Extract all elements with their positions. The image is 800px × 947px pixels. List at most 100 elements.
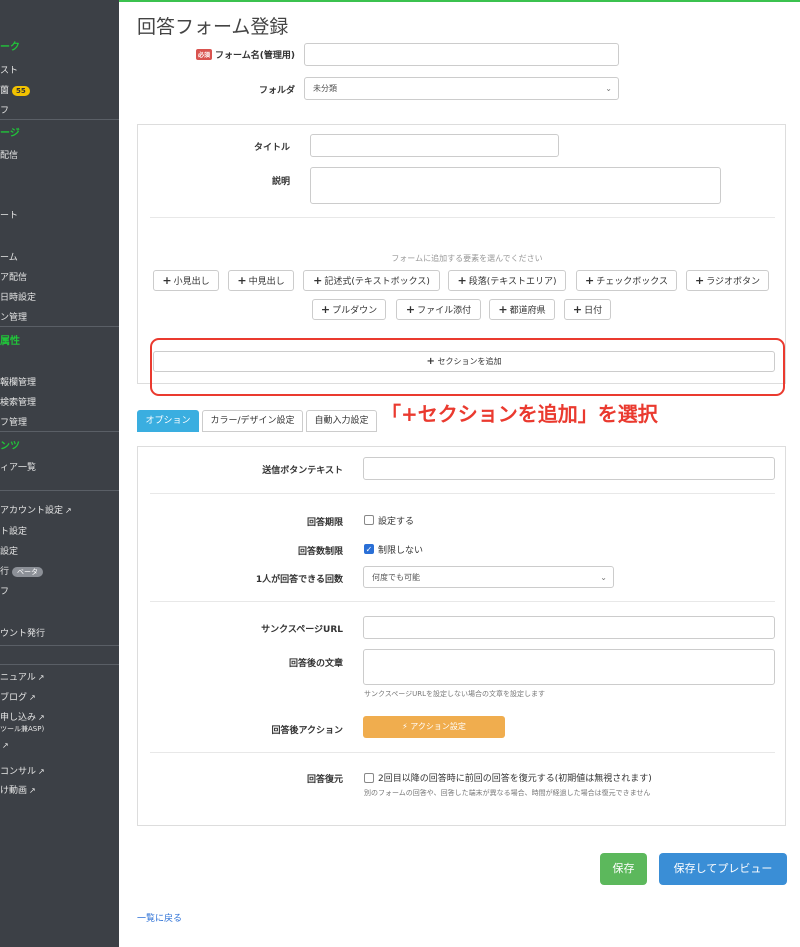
divider bbox=[0, 119, 119, 120]
lightning-icon: ⚡ bbox=[402, 722, 408, 731]
sidebar-item[interactable]: ート bbox=[0, 208, 18, 221]
save-button[interactable]: 保存 bbox=[600, 853, 647, 885]
divider bbox=[0, 490, 119, 491]
save-and-preview-button[interactable]: 保存してプレビュー bbox=[659, 853, 787, 885]
deadline-checkbox[interactable] bbox=[364, 515, 374, 525]
title-input[interactable] bbox=[310, 134, 559, 157]
divider bbox=[150, 752, 775, 753]
external-link-icon: ↗ bbox=[29, 693, 36, 702]
add-file-button[interactable]: + ファイル添付 bbox=[396, 299, 481, 320]
sidebar: ーク スト 薗 55 フ ージ 配信 ート ーム ア配信 日時設定 ン管理 属性 … bbox=[0, 0, 119, 947]
description-textarea[interactable] bbox=[310, 167, 721, 204]
required-badge: 必須 bbox=[196, 49, 213, 60]
divider bbox=[0, 664, 119, 665]
restore-checkbox-label: 2回目以降の回答時に前回の回答を復元する(初期値は無視されます) bbox=[378, 774, 652, 784]
header-accent-line bbox=[119, 0, 800, 2]
elements-hint: フォームに追加する要素を選んでください bbox=[391, 254, 543, 263]
external-link-icon: ↗ bbox=[65, 506, 72, 515]
sidebar-item[interactable]: フ bbox=[0, 103, 9, 116]
count-badge: 55 bbox=[12, 86, 30, 96]
page-title: 回答フォーム登録 bbox=[137, 16, 289, 38]
limit-label: 回答数制限 bbox=[297, 547, 343, 557]
per-person-select[interactable]: 何度でも可能 ⌄ bbox=[363, 566, 614, 588]
per-person-label: 1人が回答できる回数 bbox=[255, 575, 343, 585]
add-pulldown-button[interactable]: + プルダウン bbox=[312, 299, 386, 320]
sidebar-item[interactable]: ト設定 bbox=[0, 524, 27, 537]
add-checkbox-button[interactable]: + チェックボックス bbox=[576, 270, 677, 291]
after-text-label: 回答後の文章 bbox=[288, 659, 343, 669]
sidebar-item[interactable]: ン管理 bbox=[0, 310, 27, 323]
sidebar-item[interactable]: フ bbox=[0, 584, 9, 597]
submit-text-label: 送信ボタンテキスト bbox=[262, 466, 343, 476]
add-date-button[interactable]: + 日付 bbox=[564, 299, 611, 320]
title-label: タイトル bbox=[253, 143, 290, 153]
sidebar-item-sub: ツール兼ASP) bbox=[0, 725, 45, 733]
sidebar-item[interactable]: ィア一覧 bbox=[0, 460, 36, 473]
external-link-icon: ↗ bbox=[38, 713, 45, 722]
annotation-text: 「+セクションを追加」を選択 bbox=[381, 402, 658, 426]
sidebar-item[interactable]: フ管理 bbox=[0, 415, 27, 428]
sidebar-item[interactable]: スト bbox=[0, 63, 18, 76]
deadline-label: 回答期限 bbox=[306, 518, 343, 528]
sidebar-item[interactable]: 配信 bbox=[0, 148, 18, 161]
deadline-checkbox-label: 設定する bbox=[378, 517, 415, 527]
thanks-url-input[interactable] bbox=[363, 616, 775, 639]
sidebar-section-heading: ーク bbox=[0, 42, 20, 53]
divider bbox=[0, 431, 119, 432]
sidebar-item[interactable]: ウント発行 bbox=[0, 626, 45, 639]
sidebar-item[interactable]: ニュアル ↗ bbox=[0, 670, 44, 683]
after-text-help: サンクスページURLを設定しない場合の文章を設定します bbox=[364, 690, 546, 698]
sidebar-item[interactable]: 検索管理 bbox=[0, 395, 36, 408]
tab-color-design[interactable]: カラー/デザイン設定 bbox=[202, 410, 303, 432]
sidebar-item[interactable]: 薗 55 bbox=[0, 83, 30, 96]
back-to-list-link[interactable]: 一覧に戻る bbox=[137, 911, 182, 924]
add-textarea-button[interactable]: + 段落(テキストエリア) bbox=[448, 270, 566, 291]
sidebar-item[interactable]: ↗ bbox=[0, 741, 9, 751]
sidebar-item[interactable]: け動画 ↗ bbox=[0, 783, 36, 796]
sidebar-section-heading: ンツ bbox=[0, 441, 20, 452]
divider bbox=[0, 326, 119, 327]
sidebar-item[interactable]: 行ベータ bbox=[0, 564, 44, 577]
after-action-label: 回答後アクション bbox=[271, 726, 343, 736]
action-settings-button[interactable]: ⚡ アクション設定 bbox=[363, 716, 505, 738]
thanks-url-label: サンクスページURL bbox=[261, 625, 343, 635]
sidebar-item[interactable]: ブログ ↗ bbox=[0, 690, 36, 703]
after-text-textarea[interactable] bbox=[363, 649, 775, 685]
beta-badge: ベータ bbox=[12, 567, 44, 577]
restore-help: 別のフォームの回答や、回答した端末が異なる場合、時間が経過した場合は復元できませ… bbox=[364, 789, 651, 797]
chevron-down-icon: ⌄ bbox=[605, 84, 612, 93]
add-radio-button[interactable]: + ラジオボタン bbox=[686, 270, 769, 291]
tab-autofill[interactable]: 自動入力設定 bbox=[306, 410, 377, 432]
sidebar-item[interactable]: ア配信 bbox=[0, 270, 27, 283]
sidebar-item[interactable]: 申し込み ↗ bbox=[0, 710, 45, 723]
sidebar-item[interactable]: 報欄管理 bbox=[0, 375, 36, 388]
divider bbox=[150, 217, 775, 218]
sidebar-item[interactable]: 設定 bbox=[0, 544, 18, 557]
divider bbox=[150, 493, 775, 494]
chevron-down-icon: ⌄ bbox=[600, 573, 607, 582]
annotation-highlight-box bbox=[150, 338, 785, 396]
sidebar-item[interactable]: 日時設定 bbox=[0, 290, 36, 303]
external-link-icon: ↗ bbox=[2, 741, 9, 750]
sidebar-item[interactable]: コンサル ↗ bbox=[0, 764, 45, 777]
limit-checkbox[interactable]: ✓ bbox=[364, 544, 374, 554]
external-link-icon: ↗ bbox=[38, 767, 45, 776]
add-textbox-button[interactable]: + 記述式(テキストボックス) bbox=[303, 270, 440, 291]
form-name-label: 必須 フォーム名(管理用) bbox=[196, 49, 295, 61]
divider bbox=[0, 645, 119, 646]
add-small-heading-button[interactable]: + 小見出し bbox=[153, 270, 219, 291]
limit-checkbox-label: 制限しない bbox=[378, 546, 424, 556]
sidebar-section-heading: ージ bbox=[0, 128, 20, 139]
divider bbox=[150, 601, 775, 602]
add-prefecture-button[interactable]: + 都道府県 bbox=[489, 299, 555, 320]
folder-select[interactable]: 未分類 ⌄ bbox=[304, 77, 619, 100]
restore-checkbox[interactable] bbox=[364, 773, 374, 783]
form-name-input[interactable] bbox=[304, 43, 619, 66]
external-link-icon: ↗ bbox=[29, 786, 36, 795]
description-label: 説明 bbox=[271, 177, 290, 187]
add-medium-heading-button[interactable]: + 中見出し bbox=[228, 270, 294, 291]
sidebar-item[interactable]: アカウント設定 ↗ bbox=[0, 503, 72, 516]
tab-options[interactable]: オプション bbox=[137, 410, 199, 432]
sidebar-item[interactable]: ーム bbox=[0, 250, 18, 263]
submit-text-input[interactable] bbox=[363, 457, 775, 480]
